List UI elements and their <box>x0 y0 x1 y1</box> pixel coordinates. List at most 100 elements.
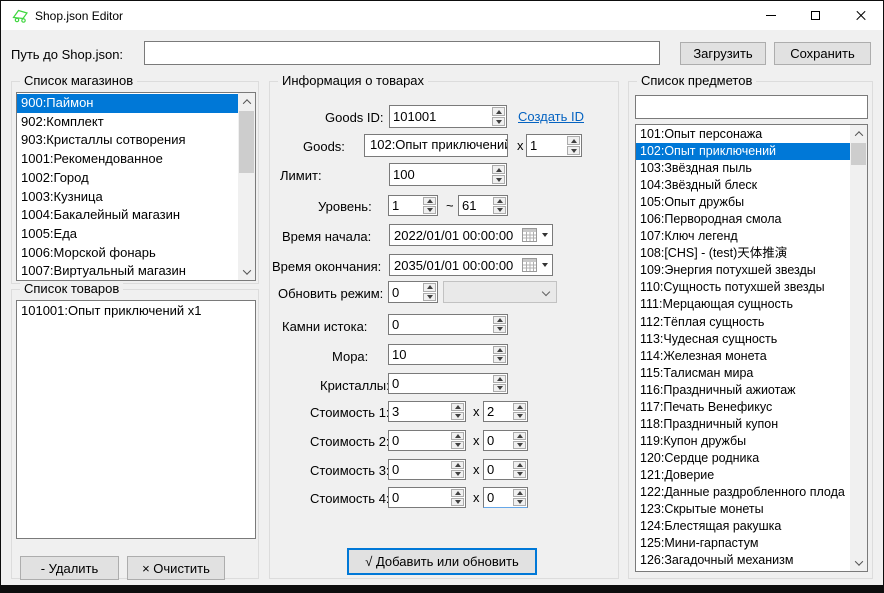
spin-up-icon[interactable] <box>492 107 505 116</box>
spin-down-icon[interactable] <box>493 325 506 333</box>
close-button[interactable] <box>838 1 883 30</box>
shop-list-item[interactable]: 1002:Город <box>17 169 238 188</box>
shop-list-item[interactable]: 1003:Кузница <box>17 188 238 207</box>
spin-up-icon[interactable] <box>493 197 506 205</box>
item-list-item[interactable]: 124:Блестящая ракушка <box>636 518 850 535</box>
spin-down-icon[interactable] <box>493 206 506 214</box>
spin-down-icon[interactable] <box>492 175 505 184</box>
dropdown-arrow-icon[interactable] <box>542 233 548 237</box>
add-or-update-button[interactable]: √ Добавить или обновить <box>347 548 537 575</box>
spin-down-icon[interactable] <box>567 146 580 155</box>
shop-listbox[interactable]: 900:Паймон902:Комплект903:Кристаллы сотв… <box>16 92 256 281</box>
goods-list-item[interactable]: 101001:Опыт приключений x1 <box>17 302 255 321</box>
spinner-buttons[interactable] <box>566 135 581 156</box>
dropdown-arrow-icon[interactable] <box>542 263 548 267</box>
item-list-item[interactable]: 122:Данные раздробленного плода <box>636 484 850 501</box>
minimize-button[interactable] <box>748 1 793 30</box>
scrollbar-thumb[interactable] <box>851 143 866 165</box>
spin-up-icon[interactable] <box>423 197 436 205</box>
cost3-count-spinner[interactable]: 0 <box>483 459 528 480</box>
item-list-item[interactable]: 112:Тёплая сущность <box>636 314 850 331</box>
shop-list-item[interactable]: 1001:Рекомендованное <box>17 150 238 169</box>
spin-up-icon[interactable] <box>451 432 464 440</box>
shop-list-scrollbar[interactable] <box>238 93 255 280</box>
spinner-buttons[interactable] <box>512 402 527 421</box>
spin-up-icon[interactable] <box>423 283 436 292</box>
item-list-item[interactable]: 107:Ключ легенд <box>636 228 850 245</box>
item-list-item[interactable]: 123:Скрытые монеты <box>636 501 850 518</box>
spinner-buttons[interactable] <box>492 196 507 215</box>
item-listbox[interactable]: 101:Опыт персонажа102:Опыт приключений10… <box>635 124 868 572</box>
shop-list-item[interactable]: 1005:Еда <box>17 225 238 244</box>
item-list-item[interactable]: 106:Первородная смола <box>636 211 850 228</box>
item-list-item[interactable]: 103:Звёздная пыль <box>636 160 850 177</box>
spinner-buttons[interactable] <box>492 345 507 364</box>
scroll-down-icon[interactable] <box>238 263 255 280</box>
item-list-item[interactable]: 119:Купон дружбы <box>636 433 850 450</box>
cost4-count-spinner[interactable]: 0 <box>483 487 528 508</box>
scroll-down-icon[interactable] <box>850 554 867 571</box>
spin-down-icon[interactable] <box>513 498 526 506</box>
spinner-buttons[interactable] <box>450 488 465 507</box>
spinner-buttons[interactable] <box>422 196 437 215</box>
scroll-up-icon[interactable] <box>238 93 255 110</box>
end-time-picker[interactable]: 2035/01/01 00:00:00 <box>389 254 553 276</box>
goods-count-spinner[interactable]: 1 <box>526 134 582 157</box>
cost1-item-spinner[interactable]: 3 <box>388 401 466 422</box>
scroll-up-icon[interactable] <box>850 125 867 142</box>
shop-list-item[interactable]: 903:Кристаллы сотворения <box>17 131 238 150</box>
spin-up-icon[interactable] <box>513 432 526 440</box>
spinner-buttons[interactable] <box>492 374 507 393</box>
begin-time-picker[interactable]: 2022/01/01 00:00:00 <box>389 224 553 246</box>
item-list-item[interactable]: 113:Чудесная сущность <box>636 331 850 348</box>
spin-up-icon[interactable] <box>493 316 506 324</box>
spinner-buttons[interactable] <box>491 106 506 127</box>
spin-up-icon[interactable] <box>513 403 526 411</box>
item-list-item[interactable]: 109:Энергия потухшей звезды <box>636 262 850 279</box>
load-button[interactable]: Загрузить <box>680 42 766 65</box>
spin-down-icon[interactable] <box>513 441 526 449</box>
item-list-item[interactable]: 101:Опыт персонажа <box>636 126 850 143</box>
spinner-buttons[interactable] <box>512 460 527 479</box>
spin-up-icon[interactable] <box>493 375 506 383</box>
limit-spinner[interactable]: 100 <box>389 163 507 186</box>
spinner-buttons[interactable] <box>492 315 507 334</box>
mora-spinner[interactable]: 10 <box>388 344 508 365</box>
goods-listbox[interactable]: 101001:Опыт приключений x1 <box>16 300 256 539</box>
spinner-buttons[interactable] <box>512 488 527 507</box>
save-button[interactable]: Сохранить <box>774 42 871 65</box>
spin-down-icon[interactable] <box>513 470 526 478</box>
spin-down-icon[interactable] <box>423 206 436 214</box>
cost4-item-spinner[interactable]: 0 <box>388 487 466 508</box>
item-list-item[interactable]: 118:Праздничный купон <box>636 416 850 433</box>
spin-down-icon[interactable] <box>493 384 506 392</box>
item-list-item[interactable]: 125:Мини-гарпастум <box>636 535 850 552</box>
item-list-item[interactable]: 105:Опыт дружбы <box>636 194 850 211</box>
spin-up-icon[interactable] <box>493 346 506 354</box>
cost2-count-spinner[interactable]: 0 <box>483 430 528 451</box>
spinner-buttons[interactable] <box>491 164 506 185</box>
shop-list-item[interactable]: 1006:Морской фонарь <box>17 244 238 263</box>
shop-list-item[interactable]: 1004:Бакалейный магазин <box>17 206 238 225</box>
spin-down-icon[interactable] <box>493 355 506 363</box>
primogem-spinner[interactable]: 0 <box>388 314 508 335</box>
delete-button[interactable]: - Удалить <box>20 556 119 580</box>
spin-up-icon[interactable] <box>451 461 464 469</box>
path-input[interactable] <box>144 41 660 65</box>
item-list-item[interactable]: 102:Опыт приключений <box>636 143 850 160</box>
spin-up-icon[interactable] <box>567 136 580 145</box>
clear-button[interactable]: × Очистить <box>127 556 225 580</box>
spin-down-icon[interactable] <box>451 441 464 449</box>
refresh-mode-spinner[interactable]: 0 <box>388 281 438 303</box>
shop-list-item[interactable]: 902:Комплект <box>17 113 238 132</box>
spin-up-icon[interactable] <box>492 165 505 174</box>
shop-list-item[interactable]: 1007:Виртуальный магазин <box>17 262 238 281</box>
item-list-item[interactable]: 104:Звёздный блеск <box>636 177 850 194</box>
spin-up-icon[interactable] <box>451 489 464 497</box>
item-list-item[interactable]: 115:Талисман мира <box>636 365 850 382</box>
spinner-buttons[interactable] <box>422 282 437 302</box>
spinner-buttons[interactable] <box>450 431 465 450</box>
spinner-buttons[interactable] <box>450 402 465 421</box>
cost3-item-spinner[interactable]: 0 <box>388 459 466 480</box>
spin-up-icon[interactable] <box>513 461 526 469</box>
